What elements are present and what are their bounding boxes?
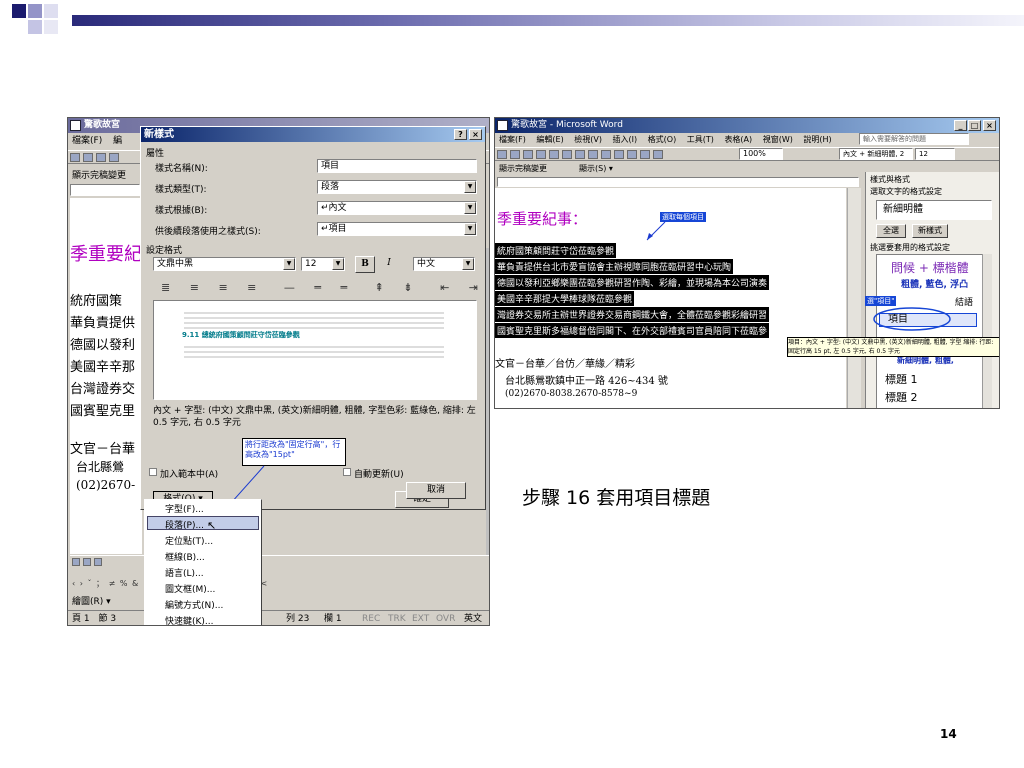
cut-icon[interactable] — [575, 150, 585, 159]
ruler — [497, 177, 859, 187]
deco-square — [44, 4, 58, 18]
preview-icon[interactable] — [549, 150, 559, 159]
mouse-cursor-icon: ↖ — [207, 519, 217, 532]
selected-item-ellipse — [873, 307, 951, 331]
paste-icon[interactable] — [601, 150, 611, 159]
menu-item-paragraph[interactable]: 段落(P)... — [165, 518, 204, 531]
slide-decoration — [0, 0, 1024, 40]
doc-selected-line: 美國辛辛那提大學棒球隊莅臨參觀 — [495, 291, 635, 306]
deco-square — [12, 4, 26, 18]
doc-footer-line: (02)2670-8038.2670-8578~9 — [505, 389, 638, 399]
doc-footer-line: 文官－台華／台仿／華緣／精彩 — [495, 359, 635, 370]
menu-item-numbering[interactable]: 編號方式(N)... — [165, 598, 223, 611]
menu-tools[interactable]: 工具(T) — [687, 135, 714, 144]
deco-square — [44, 20, 58, 34]
deco-square — [28, 20, 42, 34]
doc-selected-line: 德國以發利亞鄉樂團莅臨參觀研習作陶、彩繪，並現場為本公司演奏 — [495, 275, 770, 290]
menu-item-shortcut[interactable]: 快速鍵(K)... — [165, 614, 214, 625]
menu-item-font[interactable]: 字型(F)... — [165, 502, 204, 515]
doc-selected-line: 灣證券交易所主辦世界證券交易商鋼鐵大會，全體莅臨參觀彩繪研習 — [495, 307, 770, 322]
styles-task-pane: 樣式與格式 選取文字的格式設定 新細明體 全選 新樣式 挑選要套用的格式設定 問… — [865, 172, 999, 408]
menu-help[interactable]: 說明(H) — [803, 135, 831, 144]
right-document[interactable]: 季重要紀事： 選取每個項目 統府國策顧問莊守岱莅臨參觀 華負責提供台北市愛盲協會… — [495, 188, 846, 408]
zoom-select[interactable]: 100% — [739, 148, 783, 160]
ellipse-highlight — [873, 307, 951, 331]
menu-view[interactable]: 檢視(V) — [574, 135, 602, 144]
callout-arrow — [213, 465, 265, 523]
word-app-icon — [497, 120, 508, 131]
save-icon[interactable] — [523, 150, 533, 159]
select-callout-arrow-head — [647, 233, 653, 240]
style-select[interactable]: 內文 + 新細明體, 2 — [839, 148, 913, 160]
new-icon[interactable] — [497, 150, 507, 159]
minimize-button[interactable]: _ — [954, 120, 967, 131]
right-title-bar: 驚歌故宮 - Microsoft Word _ □ × — [495, 118, 999, 133]
open-icon[interactable] — [510, 150, 520, 159]
menu-table[interactable]: 表格(A) — [724, 135, 752, 144]
redo-icon[interactable] — [627, 150, 637, 159]
style-tooltip: 項目：內文 + 字型: (中文) 文鼎中黑, (英文)新細明體, 粗體, 字型 … — [787, 337, 999, 357]
deco-square — [28, 4, 42, 18]
menu-item-borders[interactable]: 框線(B)... — [165, 550, 205, 563]
help-question-input[interactable]: 輸入需要解答的問題 — [859, 133, 969, 145]
vertical-scrollbar[interactable] — [847, 188, 861, 408]
menu-edit[interactable]: 編輯(E) — [536, 135, 563, 144]
print-icon[interactable] — [536, 150, 546, 159]
spelling-icon[interactable] — [562, 150, 572, 159]
status-left: 顯示完稿變更 — [499, 164, 547, 173]
right-screenshot: 驚歌故宮 - Microsoft Word _ □ × 檔案(F) 編輯(E) … — [494, 117, 1000, 409]
menu-format[interactable]: 格式(O) — [648, 135, 677, 144]
doc-selected-line: 華負責提供台北市愛盲協會主辦視障同胞莅臨研習中心玩陶 — [495, 259, 734, 274]
page-number: 14 — [940, 727, 957, 741]
menu-item-language[interactable]: 語言(L)... — [165, 566, 204, 579]
table-icon[interactable] — [653, 150, 663, 159]
close-window-button[interactable]: × — [983, 120, 996, 131]
menu-item-tabs[interactable]: 定位點(T)... — [165, 534, 213, 547]
menu-insert[interactable]: 插入(I) — [613, 135, 638, 144]
display-dropdown[interactable]: 顯示(S) ▾ — [579, 163, 613, 174]
title-bar-gradient — [72, 15, 1024, 26]
menu-window[interactable]: 視窗(W) — [763, 135, 793, 144]
doc-selected-line: 統府國策顧問莊守岱莅臨參觀 — [495, 243, 617, 258]
maximize-button[interactable]: □ — [968, 120, 981, 131]
menu-file[interactable]: 檔案(F) — [499, 135, 526, 144]
select-item-tag: 選"項目" — [865, 296, 897, 306]
undo-icon[interactable] — [614, 150, 624, 159]
copy-icon[interactable] — [588, 150, 598, 159]
right-window-title: 驚歌故宮 - Microsoft Word — [511, 120, 623, 130]
format-dropdown-menu: 字型(F)... 段落(P)... 定位點(T)... 框線(B)... 語言(… — [144, 499, 262, 625]
menu-item-frame[interactable]: 圖文框(M)... — [165, 582, 215, 595]
step-caption: 步驟 16 套用項目標題 — [522, 487, 711, 509]
doc-selected-line: 國賓聖克里斯多福總督偕同閣下、在外交部禮賓司官員陪同下莅臨參 — [495, 323, 770, 338]
doc-footer-line: 台北縣鶯歌鎮中正一路 426~434 號 — [505, 376, 668, 387]
left-screenshot: 驚歌故宮 檔案(F) 編 顯示完稿變更 季重要紀 統府國策 華負責提供 德國以發… — [67, 117, 490, 626]
hyperlink-icon[interactable] — [640, 150, 650, 159]
font-size-select[interactable]: 12 — [915, 148, 955, 160]
